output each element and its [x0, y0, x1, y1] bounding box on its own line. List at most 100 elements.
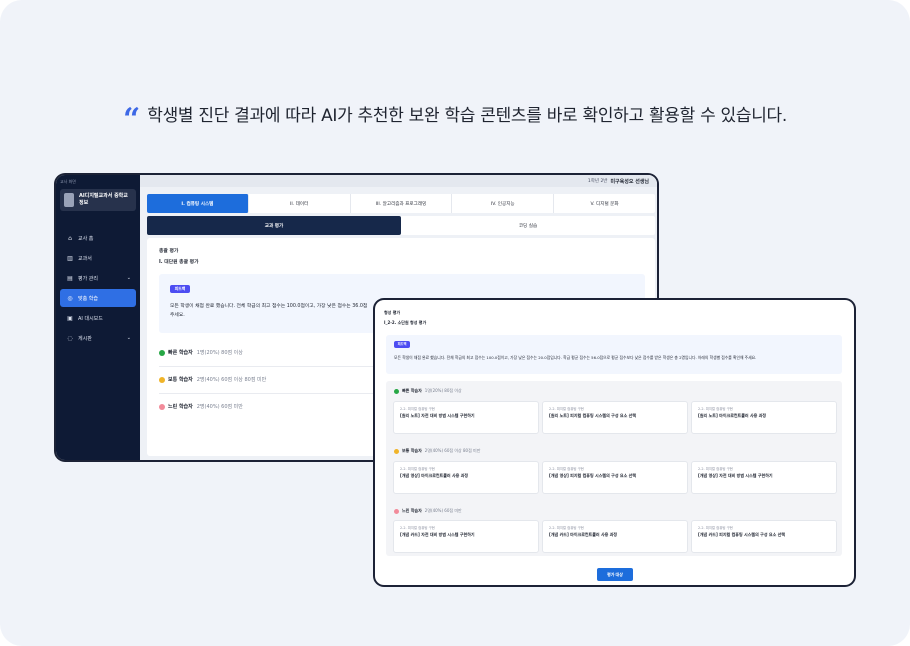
sidebar-item-label: 게시판 [78, 335, 92, 342]
teacher-name[interactable]: 미구육성오 선생님 [610, 178, 649, 185]
chevron-down-icon: ⌄ [126, 275, 131, 281]
divider [159, 366, 379, 367]
level-meta: 2명(40%) 60점 이상 80점 미만 [196, 377, 267, 383]
recommendation-groups: 빠른 학습자 1명(20%) 80점 이상 2-2. 피지컬 컴퓨팅 구현 [원… [386, 381, 842, 556]
unit-tabs: I. 컴퓨팅 시스템 II. 데이터 III. 알고리즘과 프로그래밍 IV. … [147, 194, 655, 213]
assign-target-button[interactable]: 평가 대상 [597, 568, 633, 581]
book-icon: ▥ [67, 254, 73, 262]
sidebar-item-label: 맞춤 학습 [78, 295, 98, 302]
content-unit: 2-2. 피지컬 컴퓨팅 구현 [400, 407, 435, 411]
content-unit: 2-2. 피지컬 컴퓨팅 구현 [400, 526, 435, 530]
content-title: [원리 노트] 피지컬 컴퓨팅 시스템의 구성 요소 선택 [549, 413, 637, 418]
tab-unit-1[interactable]: I. 컴퓨팅 시스템 [147, 194, 249, 213]
tab-unit-5[interactable]: V. 디지털 문화 [554, 194, 655, 213]
sub-tabs: 교과 평가 코딩 실습 [147, 216, 655, 235]
school-name: AI디지털교과서 중학교 정보 [79, 193, 128, 206]
content-title: [개념 영상] 자전 대비 방범 시스템 구현하기 [698, 473, 773, 478]
tablet-front-screen: 형성 평가 I_2-2. 소단원 형성 평가 피드백 모든 학생이 채점 완료 … [375, 300, 854, 585]
sidebar-item-custom-learning[interactable]: ◎ 맞춤 학습 [60, 289, 136, 307]
level-mid: 보통 학습자 2명(40%) 60점 이상 80점 미만 [159, 376, 266, 383]
level-name: 보통 학습자 [168, 377, 193, 383]
level-name: 빠른 학습자 [168, 350, 193, 356]
content-card[interactable]: 2-2. 피지컬 컴퓨팅 구현 [원리 노트] 마이크로컨트롤러 사용 과정 [691, 401, 837, 434]
card-subtitle: I. 대단원 총괄 평가 [159, 260, 199, 265]
school-selector[interactable]: AI디지털교과서 중학교 정보 [60, 189, 136, 211]
tab-unit-2[interactable]: II. 데이터 [249, 194, 351, 213]
topbar: 1학년 2반 미구육성오 선생님 [140, 175, 657, 187]
content-card[interactable]: 2-2. 피지컬 컴퓨팅 구현 [개념 카드] 피지컬 컴퓨팅 시스템의 구성 … [691, 520, 837, 553]
sidebar-item-ai-dashboard[interactable]: ▣ AI 대시보드 [60, 309, 136, 327]
formative-subtitle: I_2-2. 소단원 형성 평가 [384, 320, 427, 325]
tab-unit-3[interactable]: III. 알고리즘과 프로그래밍 [351, 194, 453, 213]
mid-learner-icon [159, 376, 165, 383]
sidebar-item-textbook[interactable]: ▥ 교과서 [60, 249, 136, 267]
group-name: 보통 학습자 [402, 448, 422, 453]
slow-learner-icon [394, 508, 399, 514]
sidebar-item-assessment[interactable]: ▤ 평가 관리 ⌄ [60, 269, 136, 287]
sidebar-item-label: AI 대시보드 [78, 315, 103, 322]
headline: “ 학생별 진단 결과에 따라 AI가 추천한 보완 학습 콘텐츠를 바로 확인하… [0, 101, 910, 137]
level-slow: 느린 학습자 2명(40%) 60점 미만 [159, 403, 243, 410]
chat-icon: ◌ [67, 334, 73, 342]
chevron-down-icon: ⌄ [126, 335, 131, 341]
sidebar-item-home[interactable]: ⌂ 교사 홈 [60, 229, 136, 247]
group-name: 느린 학습자 [402, 508, 422, 513]
content-unit: 2-2. 피지컬 컴퓨팅 구현 [549, 407, 584, 411]
group-meta: 1명(20%) 80점 이상 [424, 388, 462, 393]
content-title: [개념 카드] 자전 대비 방범 시스템 구현하기 [400, 532, 475, 537]
tablet-front: 형성 평가 I_2-2. 소단원 형성 평가 피드백 모든 학생이 채점 완료 … [373, 298, 856, 587]
group-header-slow: 느린 학습자 2명(40%) 60점 미만 [394, 508, 462, 514]
content-card[interactable]: 2-2. 피지컬 컴퓨팅 구현 [개념 영상] 마이크로컨트롤러 사용 과정 [393, 461, 539, 494]
content-card[interactable]: 2-2. 피지컬 컴퓨팅 구현 [개념 카드] 마이크로컨트롤러 사용 과정 [542, 520, 688, 553]
level-meta: 1명(20%) 80점 이상 [196, 350, 243, 356]
sidebar-item-label: 교과서 [78, 255, 92, 262]
content-card[interactable]: 2-2. 피지컬 컴퓨팅 구현 [원리 노트] 피지컬 컴퓨팅 시스템의 구성 … [542, 401, 688, 434]
target-icon: ◎ [67, 294, 73, 302]
fast-learner-icon [394, 388, 399, 394]
level-fast: 빠른 학습자 1명(20%) 80점 이상 [159, 349, 243, 356]
sidebar: 교사 화면 AI디지털교과서 중학교 정보 ⌂ 교사 홈 ▥ 교과서 ▤ 평가 … [56, 175, 140, 460]
content-card[interactable]: 2-2. 피지컬 컴퓨팅 구현 [개념 영상] 자전 대비 방범 시스템 구현하… [691, 461, 837, 494]
level-meta: 2명(40%) 60점 미만 [196, 404, 243, 410]
content-title: [개념 영상] 마이크로컨트롤러 사용 과정 [400, 473, 469, 478]
tab-unit-4[interactable]: IV. 인공지능 [452, 194, 555, 213]
sidebar-item-label: 평가 관리 [78, 275, 98, 282]
content-card[interactable]: 2-2. 피지컬 컴퓨팅 구현 [개념 영상] 피지컬 컴퓨팅 시스템의 구성 … [542, 461, 688, 494]
group-meta: 2명(40%) 60점 이상 80점 미만 [424, 448, 481, 453]
card-title: 총괄 평가 [159, 249, 179, 254]
content-title: [개념 영상] 피지컬 컴퓨팅 시스템의 구성 요소 선택 [549, 473, 637, 478]
content-title: [개념 카드] 마이크로컨트롤러 사용 과정 [549, 532, 618, 537]
level-name: 느린 학습자 [168, 404, 193, 410]
feedback-line-2: 주세요. [170, 313, 185, 318]
sidebar-item-label: 교사 홈 [78, 235, 94, 242]
fast-learner-icon [159, 349, 165, 356]
slow-learner-icon [159, 403, 165, 410]
content-title: [개념 카드] 피지컬 컴퓨팅 시스템의 구성 요소 선택 [698, 532, 786, 537]
formative-title: 형성 평가 [384, 310, 401, 315]
group-name: 빠른 학습자 [402, 388, 422, 393]
content-card[interactable]: 2-2. 피지컬 컴퓨팅 구현 [개념 카드] 자전 대비 방범 시스템 구현하… [393, 520, 539, 553]
quote-icon: “ [122, 102, 140, 137]
feedback-box: 피드백 모든 학생이 채점 완료 했습니다. 전체 학급의 최고 점수는 100… [386, 335, 842, 374]
group-header-fast: 빠른 학습자 1명(20%) 80점 이상 [394, 388, 462, 394]
headline-text: 학생별 진단 결과에 따라 AI가 추천한 보완 학습 콘텐츠를 바로 확인하고… [147, 106, 787, 126]
dashboard-icon: ▣ [67, 314, 73, 322]
content-unit: 2-2. 피지컬 컴퓨팅 구현 [549, 526, 584, 530]
content-card[interactable]: 2-2. 피지컬 컴퓨팅 구현 [원리 노트] 자전 대비 방범 시스템 구현하… [393, 401, 539, 434]
feedback-text: 모든 학생이 채점 완료 했습니다. 전체 학급의 최고 점수는 100.0점이… [394, 355, 757, 360]
sidebar-menu: ⌂ 교사 홈 ▥ 교과서 ▤ 평가 관리 ⌄ ◎ 맞춤 학습 ▣ AI 대시보드… [56, 229, 140, 347]
content-title: [원리 노트] 마이크로컨트롤러 사용 과정 [698, 413, 767, 418]
feedback-badge: 피드백 [394, 341, 410, 348]
content-unit: 2-2. 피지컬 컴퓨팅 구현 [698, 407, 733, 411]
content-unit: 2-2. 피지컬 컴퓨팅 구현 [549, 467, 584, 471]
content-unit: 2-2. 피지컬 컴퓨팅 구현 [400, 467, 435, 471]
group-meta: 2명(40%) 60점 미만 [424, 508, 462, 513]
group-header-mid: 보통 학습자 2명(40%) 60점 이상 80점 미만 [394, 448, 480, 454]
sidebar-top-label: 교사 화면 [60, 179, 76, 184]
sidebar-item-board[interactable]: ◌ 게시판 ⌄ [60, 329, 136, 347]
tab-coding-practice[interactable]: 코딩 실습 [401, 216, 655, 235]
school-logo-icon [64, 193, 74, 207]
home-icon: ⌂ [68, 234, 72, 242]
tab-subject-assessment[interactable]: 교과 평가 [147, 216, 401, 235]
divider [159, 393, 379, 394]
